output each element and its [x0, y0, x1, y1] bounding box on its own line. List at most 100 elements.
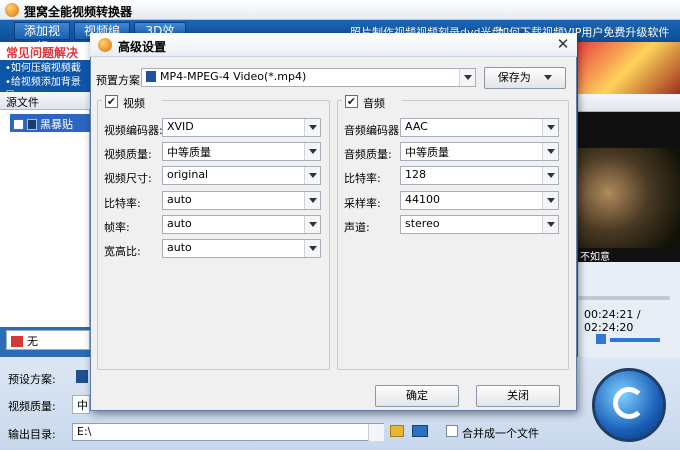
- output-label: 输出目录:: [8, 428, 56, 441]
- video-framerate-value: auto: [167, 217, 192, 230]
- video-aspect-select[interactable]: auto: [162, 239, 321, 258]
- dialog-title: 高级设置: [118, 40, 167, 54]
- dialog-app-icon: [98, 38, 112, 52]
- audio-field-label-3: 采样率:: [344, 197, 381, 210]
- faq-title: 常见问题解决: [0, 42, 90, 60]
- merge-label: 合并成一个文件: [462, 427, 539, 440]
- close-button[interactable]: 关闭: [476, 385, 560, 407]
- audio-samplerate-select[interactable]: 44100: [400, 191, 559, 210]
- subtitle-value: 无: [27, 335, 38, 348]
- audio-quality-value: 中等质量: [405, 146, 449, 159]
- audio-bitrate-select[interactable]: 128: [400, 166, 559, 185]
- quality-label: 视频质量:: [8, 400, 56, 413]
- video-field-label-2: 视频尺寸:: [104, 172, 152, 185]
- preview-header: [578, 94, 680, 112]
- audio-field-label-2: 比特率:: [344, 172, 381, 185]
- file-name: 黑暴贴: [40, 118, 73, 131]
- audio-field-label-0: 音频编码器:: [344, 124, 403, 137]
- app-title: 狸窝全能视频转换器: [24, 5, 133, 19]
- video-field-label-4: 帧率:: [104, 221, 130, 234]
- video-codec-select[interactable]: XVID: [162, 118, 321, 137]
- audio-channel-value: stereo: [405, 217, 440, 230]
- preview-top-area: [578, 112, 680, 148]
- chevron-down-icon[interactable]: [304, 119, 320, 136]
- convert-button[interactable]: [592, 368, 666, 442]
- output-dir-input[interactable]: E:\: [72, 423, 384, 441]
- video-enable-checkbox[interactable]: ✔: [105, 95, 118, 108]
- audio-quality-select[interactable]: 中等质量: [400, 142, 559, 161]
- volume-slider[interactable]: [610, 338, 660, 342]
- preview-subtitle: 不如意: [578, 248, 680, 263]
- chevron-down-icon[interactable]: [304, 167, 320, 184]
- convert-icon: [613, 387, 645, 419]
- video-framerate-select[interactable]: auto: [162, 215, 321, 234]
- chevron-down-icon[interactable]: [304, 240, 320, 257]
- save-as-button[interactable]: 保存为: [484, 67, 566, 89]
- video-preview: [578, 148, 680, 260]
- video-field-label-0: 视频编码器:: [104, 124, 163, 137]
- faq-item-compress[interactable]: •如何压缩视频: [5, 63, 71, 74]
- video-field-label-5: 宽高比:: [104, 245, 141, 258]
- chevron-down-icon[interactable]: [304, 216, 320, 233]
- chevron-down-icon[interactable]: [542, 119, 558, 136]
- video-field-label-3: 比特率:: [104, 197, 141, 210]
- audio-bitrate-value: 128: [405, 168, 426, 181]
- film-icon: [27, 119, 37, 130]
- video-quality-select[interactable]: 中等质量: [162, 142, 321, 161]
- video-group: [97, 100, 330, 370]
- chevron-down-icon[interactable]: [304, 192, 320, 209]
- video-bitrate-select[interactable]: auto: [162, 191, 321, 210]
- tab-add-video[interactable]: 添加视频: [14, 22, 70, 54]
- audio-enable-checkbox[interactable]: ✔: [345, 95, 358, 108]
- preset-format-icon: [76, 370, 88, 383]
- audio-channel-select[interactable]: stereo: [400, 215, 559, 234]
- chevron-down-icon[interactable]: [542, 216, 558, 233]
- time-display: 00:24:21 / 02:24:20: [584, 308, 641, 334]
- video-group-label: 视频: [123, 97, 145, 110]
- chevron-down-icon[interactable]: [304, 143, 320, 160]
- merge-checkbox[interactable]: [446, 425, 458, 437]
- volume-icon[interactable]: [596, 334, 606, 344]
- subtitle-select[interactable]: 无: [6, 330, 90, 350]
- audio-codec-select[interactable]: AAC: [400, 118, 559, 137]
- link-vip-upgrade[interactable]: VIP用户免费升级软件: [564, 24, 669, 40]
- preset-label: 预设方案:: [8, 373, 56, 386]
- save-as-label: 保存为: [497, 71, 531, 84]
- video-bitrate-value: auto: [167, 193, 192, 206]
- app-logo-icon: [5, 3, 19, 17]
- chevron-down-icon[interactable]: [542, 192, 558, 209]
- audio-group-label: 音频: [363, 97, 385, 110]
- preset-scheme-label: 预置方案:: [96, 74, 144, 87]
- quality-select[interactable]: 中: [72, 395, 90, 414]
- preset-scheme-value: MP4-MPEG-4 Video(*.mp4): [160, 70, 307, 83]
- subtitle-icon: [11, 336, 23, 347]
- folder-icon[interactable]: [390, 425, 404, 437]
- chevron-down-icon[interactable]: [459, 69, 475, 86]
- video-field-label-1: 视频质量:: [104, 148, 152, 161]
- file-checkbox[interactable]: [13, 119, 24, 130]
- audio-field-label-4: 声道:: [344, 221, 370, 234]
- promo-banner[interactable]: [578, 42, 680, 94]
- open-folder-icon[interactable]: [412, 425, 428, 437]
- app-titlebar: 狸窝全能视频转换器: [0, 0, 680, 20]
- audio-samplerate-value: 44100: [405, 193, 440, 206]
- video-quality-value: 中等质量: [167, 146, 211, 159]
- audio-codec-value: AAC: [405, 120, 428, 133]
- video-size-value: original: [167, 168, 209, 181]
- faq-item-compress-suffix[interactable]: 截: [71, 63, 81, 74]
- faq-list: •如何压缩视频截 •给视频添加背景景: [0, 60, 90, 102]
- preset-film-icon: [146, 71, 156, 82]
- save-as-chevron-icon: [544, 75, 553, 80]
- chevron-down-icon[interactable]: [542, 167, 558, 184]
- chevron-down-icon[interactable]: [542, 143, 558, 160]
- preset-scheme-select[interactable]: MP4-MPEG-4 Video(*.mp4): [141, 68, 476, 87]
- file-row[interactable]: 黑暴贴: [10, 114, 90, 132]
- source-file-header: 源文件: [0, 92, 90, 110]
- ok-button[interactable]: 确定: [375, 385, 459, 407]
- dialog-close-icon[interactable]: ✕: [555, 36, 571, 52]
- video-size-select[interactable]: original: [162, 166, 321, 185]
- audio-field-label-1: 音频质量:: [344, 148, 392, 161]
- seek-bar[interactable]: [578, 296, 670, 300]
- output-dropdown-arrow[interactable]: [368, 424, 384, 441]
- faq-item-background[interactable]: •给视频添加背景: [5, 77, 81, 88]
